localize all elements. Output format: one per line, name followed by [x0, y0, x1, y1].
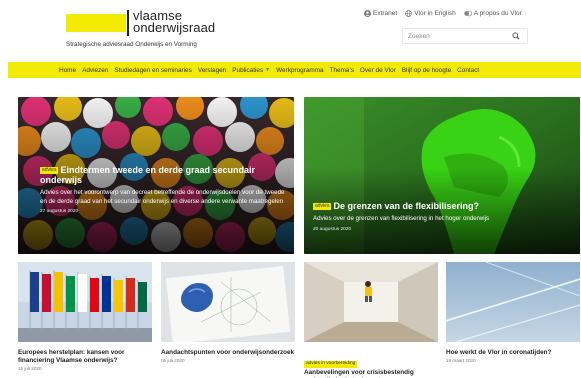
nav-label: Werkprogramma — [276, 66, 324, 74]
in-preparation-badge: advies in voorbereiding — [304, 361, 358, 368]
nav-over-de-vlor[interactable]: Over de Vlor — [360, 67, 396, 74]
nav-studiedagen[interactable]: Studiedagen en seminaries — [114, 67, 191, 74]
card-text: Europees herstelplan: kansen voor financ… — [18, 349, 152, 371]
nav-publicaties[interactable]: Publicaties ▼ — [232, 67, 270, 74]
nav-list: Home Adviezen Studiedagen en seminaries … — [59, 62, 479, 78]
nav-label: Over de Vlor — [359, 66, 396, 74]
hero-card-flexibilisering[interactable]: advies De grenzen van de flexibilisering?… — [304, 97, 580, 254]
nav-verslagen[interactable]: Verslagen — [198, 67, 226, 74]
card-date: 18 maart 2020 — [446, 358, 476, 363]
card-image-sky-contrails — [446, 262, 580, 342]
card-title[interactable]: Aandachtspunten voor onderwijsonderzoek — [161, 349, 295, 357]
advies-badge: advies — [313, 203, 332, 210]
search-icon[interactable] — [512, 32, 520, 40]
extranet-label: Extranet — [373, 10, 398, 17]
nav-label: Blijf op de hoogte — [401, 66, 452, 74]
nav-adviezen[interactable]: Adviezen — [82, 67, 108, 74]
nav-blijf-op-de-hoogte[interactable]: Blijf op de hoogte — [402, 67, 451, 74]
nav-label: Thema's — [329, 66, 354, 74]
hero-caption: advies De grenzen van de flexibilisering?… — [313, 201, 573, 232]
site-header: VLOR . vlaamse onderwijsraad Strategisch… — [0, 0, 581, 58]
card-title[interactable]: Hoe werkt de Vlor in coronatijden? — [446, 349, 580, 357]
hero-date: 27 augustus 2020 — [40, 209, 79, 214]
card-date: 16 juli 2020 — [18, 365, 42, 371]
vlor-logo[interactable]: VLOR . — [66, 12, 126, 34]
card-text: advies in voorbereiding Aanbevelingen vo… — [304, 351, 438, 378]
brand-name-line2: onderwijsraad — [133, 20, 216, 35]
nav-werkprogramma[interactable]: Werkprogramma — [276, 67, 323, 74]
card-image-sketch-paper — [161, 262, 295, 342]
card-title[interactable]: Aanbevelingen voor crisisbestendig onder… — [304, 369, 438, 378]
search-input[interactable] — [408, 31, 508, 42]
vlor-in-english-link[interactable]: Vlor in English — [405, 10, 456, 17]
hero-caption: advies Eindtermen tweede en derde graad s… — [40, 165, 290, 214]
a-propos-label: A propos du Vlor — [473, 10, 522, 17]
nav-label: Home — [59, 66, 77, 74]
card-image-flags — [18, 262, 152, 342]
nav-home[interactable]: Home — [59, 67, 76, 74]
circles-icon — [464, 10, 472, 17]
extranet-link[interactable]: Extranet — [364, 10, 397, 17]
card-title[interactable]: Europees herstelplan: kansen voor financ… — [18, 349, 152, 364]
brand-name[interactable]: vlaamse onderwijsraad — [133, 9, 216, 35]
tagline: Strategische adviesraad Onderwijs en Vor… — [66, 41, 197, 48]
hero-date: 20 augustus 2020 — [313, 226, 352, 232]
globe-icon — [405, 10, 413, 17]
top-links: Extranet Vlor in English A propos du Vlo… — [364, 10, 522, 17]
hero-card-eindtermen[interactable]: advies Eindtermen tweede en derde graad s… — [18, 97, 294, 254]
hero-title[interactable]: advies De grenzen van de flexibilisering? — [313, 201, 573, 211]
hero-description: Advies over de grenzen van flexibiliseri… — [313, 215, 490, 222]
nav-label: Adviezen — [82, 66, 109, 74]
card-date: 06 juli 2020 — [161, 358, 185, 363]
search-box — [402, 28, 528, 44]
hero-description: Advies over het voorontwerp van decreet … — [40, 189, 285, 205]
chevron-down-icon: ▼ — [265, 67, 271, 73]
svg-text:.: . — [68, 13, 74, 35]
card-text: Hoe werkt de Vlor in coronatijden? 18 ma… — [446, 349, 580, 363]
nav-label: Publicaties — [232, 66, 264, 74]
vlor-in-english-label: Vlor in English — [414, 10, 456, 17]
nav-themas[interactable]: Thema's — [330, 67, 354, 74]
a-propos-link[interactable]: A propos du Vlor — [464, 10, 522, 17]
hero-title[interactable]: advies Eindtermen tweede en derde graad s… — [40, 165, 290, 185]
logo-lettering: VLOR — [67, 12, 126, 34]
hero-title-text: De grenzen van de flexibilisering? — [333, 201, 479, 211]
hero-title-text: Eindtermen tweede en derde graad secunda… — [40, 165, 256, 185]
nav-label: Contact — [457, 66, 480, 74]
logo-divider — [127, 10, 129, 36]
user-icon — [364, 10, 371, 17]
advies-badge: advies — [40, 167, 59, 174]
main-nav: Home Adviezen Studiedagen en seminaries … — [8, 62, 581, 78]
nav-label: Verslagen — [197, 66, 227, 74]
card-text: Aandachtspunten voor onderwijsonderzoek … — [161, 349, 295, 363]
nav-contact[interactable]: Contact — [457, 67, 479, 74]
nav-label: Studiedagen en seminaries — [114, 66, 192, 74]
card-image-school-corridor — [304, 262, 438, 342]
